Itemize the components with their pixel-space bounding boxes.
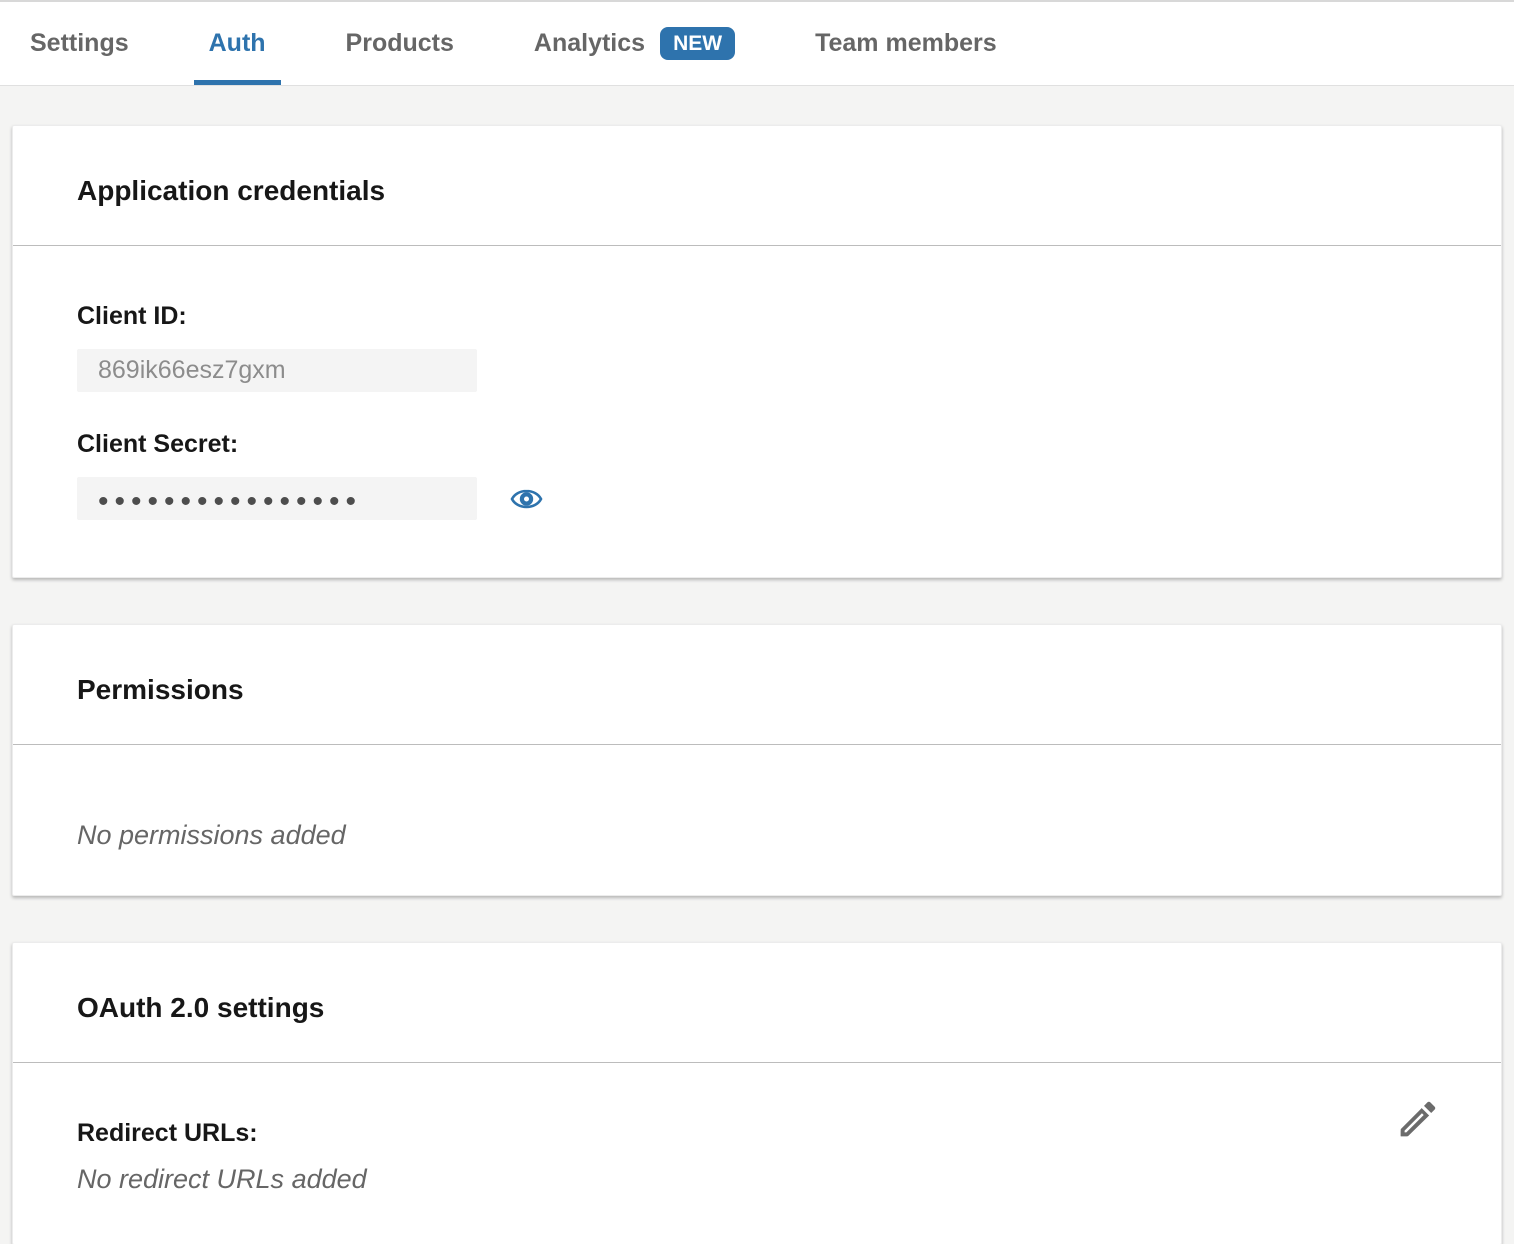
page-content: Application credentials Client ID: 869ik…: [0, 86, 1514, 1244]
permissions-empty-text: No permissions added: [77, 819, 1437, 851]
application-credentials-body: Client ID: 869ik66esz7gxm Client Secret:…: [13, 246, 1501, 577]
tab-settings-label: Settings: [30, 29, 129, 58]
tab-analytics[interactable]: Analytics NEW: [519, 2, 750, 85]
client-secret-value[interactable]: ••••••••••••••••: [77, 477, 477, 520]
tab-team-members-label: Team members: [815, 29, 997, 58]
application-credentials-header: Application credentials: [13, 126, 1501, 246]
redirect-urls-empty-text: No redirect URLs added: [77, 1163, 1437, 1195]
client-secret-row: ••••••••••••••••: [77, 477, 1437, 520]
oauth-settings-card: OAuth 2.0 settings Redirect URLs: No red…: [12, 942, 1502, 1244]
oauth-settings-title: OAuth 2.0 settings: [77, 992, 1437, 1023]
client-secret-label: Client Secret:: [77, 430, 1437, 459]
oauth-settings-body: Redirect URLs: No redirect URLs added: [13, 1063, 1501, 1244]
tab-products-label: Products: [346, 29, 454, 58]
permissions-body: No permissions added: [13, 745, 1501, 895]
application-credentials-title: Application credentials: [77, 175, 1437, 206]
redirect-urls-label: Redirect URLs:: [77, 1119, 1437, 1148]
tab-team-members[interactable]: Team members: [800, 2, 1012, 85]
tab-bar: Settings Auth Products Analytics NEW Tea…: [0, 0, 1514, 86]
permissions-card: Permissions No permissions added: [12, 624, 1502, 896]
oauth-settings-header: OAuth 2.0 settings: [13, 943, 1501, 1063]
reveal-secret-button[interactable]: [510, 483, 543, 515]
tab-analytics-label: Analytics: [534, 29, 645, 58]
new-badge: NEW: [660, 27, 735, 60]
permissions-header: Permissions: [13, 625, 1501, 745]
tab-products[interactable]: Products: [331, 2, 469, 85]
tab-auth[interactable]: Auth: [194, 2, 281, 85]
client-id-label: Client ID:: [77, 302, 1437, 331]
edit-redirect-urls-button[interactable]: [1395, 1096, 1441, 1142]
permissions-title: Permissions: [77, 674, 1437, 705]
tab-settings[interactable]: Settings: [15, 2, 144, 85]
tab-auth-label: Auth: [209, 29, 266, 58]
client-id-value[interactable]: 869ik66esz7gxm: [77, 349, 477, 392]
eye-icon: [510, 483, 543, 515]
pencil-icon: [1395, 1096, 1441, 1142]
application-credentials-card: Application credentials Client ID: 869ik…: [12, 125, 1502, 578]
